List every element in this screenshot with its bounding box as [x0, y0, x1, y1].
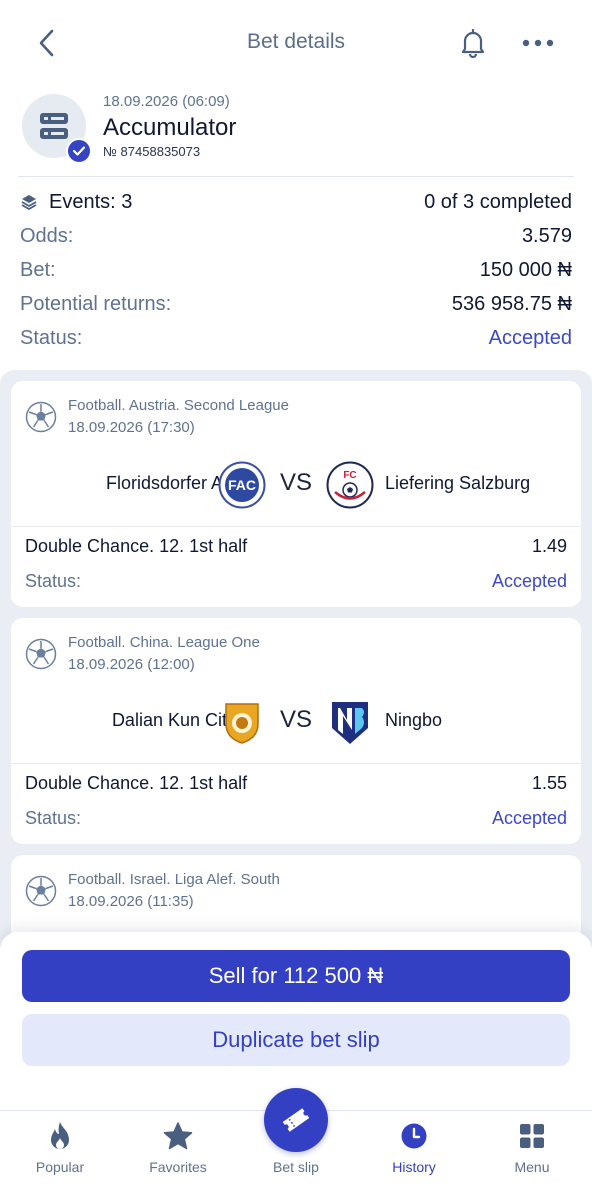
- event-teams: Dalian Kun City VS Ningbo: [11, 694, 581, 750]
- duplicate-bet-slip-button[interactable]: Duplicate bet slip: [22, 1014, 570, 1066]
- tab-bet-slip-label: Bet slip: [273, 1159, 319, 1175]
- layers-icon: [21, 195, 37, 211]
- bet-type: Accumulator: [103, 114, 237, 141]
- events-row: Events: 3 0 of 3 completed: [20, 187, 572, 217]
- event-odds: 1.55: [531, 773, 567, 793]
- event-market: Double Chance. 12. 1st half: [25, 536, 248, 556]
- more-options-button[interactable]: [518, 26, 558, 60]
- bet-slip-fab[interactable]: [264, 1088, 328, 1152]
- card-divider: [11, 526, 581, 527]
- bet-label: Bet:: [20, 258, 56, 281]
- away-team: Ningbo: [385, 710, 443, 730]
- accumulator-icon: [40, 113, 68, 139]
- header-divider: [18, 176, 574, 177]
- event-odds: 1.49: [531, 536, 567, 556]
- ticket-icon: [282, 1108, 310, 1132]
- tab-menu-label: Menu: [514, 1159, 550, 1175]
- event-league: Football. China. League One: [68, 634, 260, 651]
- star-icon: [163, 1122, 193, 1150]
- event-market: Double Chance. 12. 1st half: [25, 773, 248, 793]
- event-status-value: Accepted: [491, 571, 567, 591]
- odds-row: Odds: 3.579: [20, 221, 572, 251]
- returns-row: Potential returns: 536 958.75 ₦: [20, 289, 572, 319]
- bet-amount-row: Bet: 150 000 ₦: [20, 255, 572, 285]
- football-icon: [25, 875, 57, 907]
- grid-icon: [520, 1124, 544, 1148]
- away-team-logo: [332, 702, 368, 744]
- tab-history-label: History: [392, 1159, 436, 1175]
- page-title: Bet details: [246, 30, 346, 53]
- event-card[interactable]: Football. Austria. Second League 18.09.2…: [11, 381, 581, 607]
- tab-menu[interactable]: Menu: [473, 1111, 591, 1200]
- odds-value: 3.579: [521, 224, 572, 247]
- bet-value: 150 000 ₦: [479, 258, 572, 281]
- returns-value: 536 958.75 ₦: [451, 292, 572, 315]
- event-date: 18.09.2026 (11:35): [68, 893, 194, 910]
- event-league: Football. Austria. Second League: [68, 397, 289, 414]
- bet-date: 18.09.2026 (06:09): [103, 93, 230, 110]
- versus-label: VS: [279, 706, 312, 733]
- clock-icon: [401, 1123, 427, 1149]
- notifications-button[interactable]: [456, 26, 490, 60]
- event-status-value: Accepted: [491, 808, 567, 828]
- card-divider: [11, 763, 581, 764]
- bell-icon: [461, 28, 485, 58]
- football-icon: [25, 401, 57, 433]
- event-date: 18.09.2026 (17:30): [68, 419, 195, 436]
- status-value: Accepted: [488, 326, 572, 349]
- away-team: Liefering Salzburg: [385, 473, 531, 493]
- events-completed: 0 of 3 completed: [424, 190, 572, 213]
- event-status-label: Status:: [25, 808, 82, 828]
- events-label-wrap: Events: 3: [20, 191, 132, 214]
- accepted-badge: [66, 138, 92, 164]
- tab-favorites[interactable]: Favorites: [119, 1111, 237, 1200]
- away-team-logo: FC: [326, 461, 374, 509]
- tab-popular-label: Popular: [35, 1159, 85, 1175]
- away-team-logo-text: FC: [343, 470, 356, 481]
- flame-icon: [51, 1122, 69, 1149]
- event-card[interactable]: Football. China. League One 18.09.2026 (…: [11, 618, 581, 844]
- check-icon: [72, 146, 86, 156]
- sell-button[interactable]: Sell for 112 500 ₦: [22, 950, 570, 1002]
- returns-label: Potential returns:: [20, 292, 172, 315]
- events-count: Events: 3: [49, 190, 133, 213]
- status-row: Status: Accepted: [20, 323, 572, 353]
- football-icon: [25, 638, 57, 670]
- status-label: Status:: [20, 326, 83, 349]
- bet-number: № 87458835073: [103, 144, 201, 159]
- top-bar: Bet details: [0, 0, 592, 86]
- event-teams: Floridsdorfer AC FAC VS FC Liefering Sal…: [11, 457, 581, 513]
- odds-label: Odds:: [20, 224, 74, 247]
- action-sheet: Sell for 112 500 ₦ Duplicate bet slip: [0, 932, 592, 1112]
- event-league: Football. Israel. Liga Alef. South: [68, 871, 280, 888]
- event-date: 18.09.2026 (12:00): [68, 656, 195, 673]
- bet-header: 18.09.2026 (06:09) Accumulator № 8745883…: [0, 86, 592, 176]
- more-icon: [522, 39, 554, 47]
- tab-popular[interactable]: Popular: [1, 1111, 119, 1200]
- event-status-label: Status:: [25, 571, 82, 591]
- tab-favorites-label: Favorites: [149, 1159, 207, 1175]
- tab-history[interactable]: History: [355, 1111, 473, 1200]
